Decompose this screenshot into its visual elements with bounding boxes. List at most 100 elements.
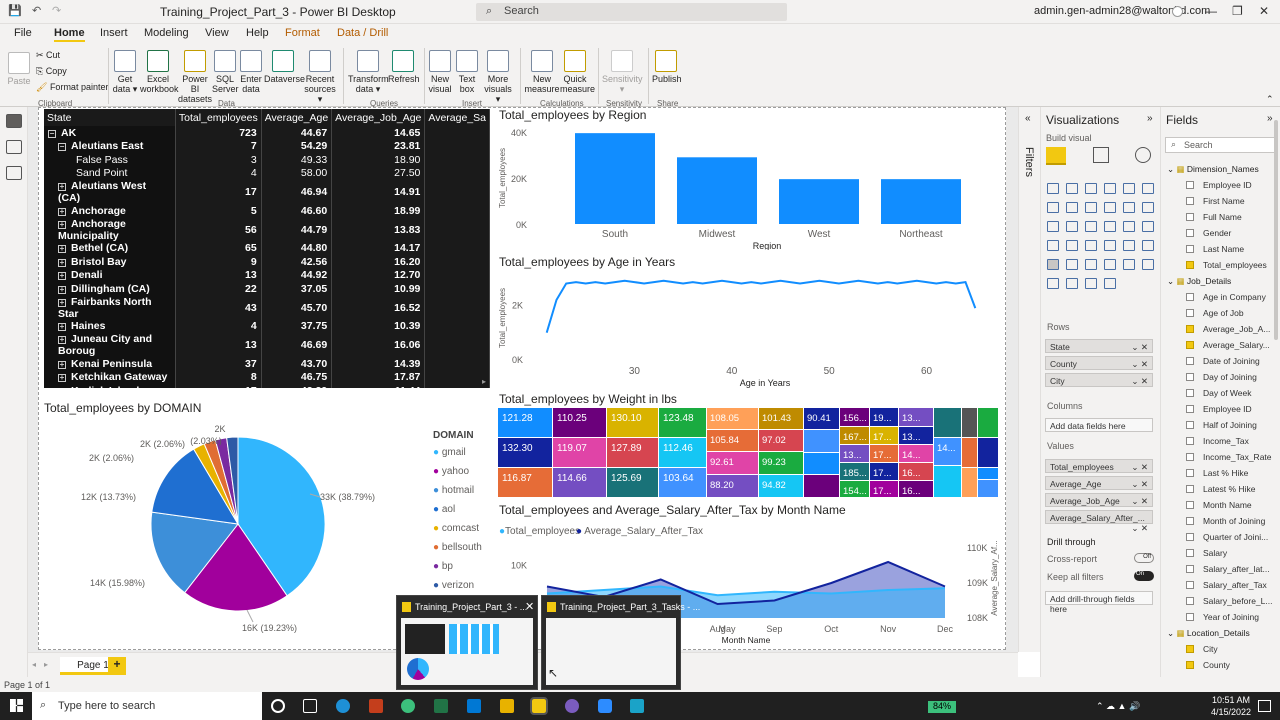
- drill-through-drop-zone[interactable]: Add drill-through fields here: [1045, 591, 1153, 614]
- rows-field-city[interactable]: City ⌄ ✕: [1045, 373, 1153, 387]
- treemap-tile[interactable]: [962, 408, 977, 437]
- columns-drop-zone[interactable]: Add data fields here: [1045, 418, 1153, 432]
- treemap-tile[interactable]: [804, 453, 839, 474]
- matrix-icon[interactable]: [1047, 259, 1059, 270]
- clock-date[interactable]: 4/15/2022: [1208, 707, 1254, 717]
- field-checkbox[interactable]: [1186, 533, 1194, 541]
- kpi-icon[interactable]: [1123, 240, 1135, 251]
- menu-home[interactable]: Home: [54, 27, 85, 42]
- field-checkbox[interactable]: [1186, 501, 1194, 509]
- table-row[interactable]: − Aleutians East 7 54.29 23.81: [44, 139, 490, 153]
- recent-sources-button[interactable]: Recent sources ▾: [304, 50, 336, 104]
- taskbar-search[interactable]: ⌕ Type here to search: [32, 692, 262, 720]
- field-item[interactable]: County: [1186, 660, 1230, 670]
- chevron-left-icon[interactable]: «: [1025, 113, 1031, 124]
- field-checkbox[interactable]: [1186, 485, 1194, 493]
- values-field-average-age[interactable]: Average_Age ⌄ ✕: [1045, 476, 1153, 490]
- python-visual-icon[interactable]: [1085, 259, 1097, 270]
- menu-data-drill[interactable]: Data / Drill: [337, 27, 388, 39]
- field-item[interactable]: Half of Joining: [1186, 420, 1257, 430]
- table-row[interactable]: + Fairbanks North Star 43 45.70 16.52: [44, 295, 490, 320]
- collapse-ribbon-icon[interactable]: ⌃: [1266, 94, 1274, 105]
- tray-icons[interactable]: ⌃ ☁ ▲ 🔊: [1096, 701, 1140, 712]
- field-item[interactable]: Average_Job_A...: [1186, 324, 1270, 334]
- format-painter-button[interactable]: 🖌 Format painter: [36, 82, 108, 92]
- expand-icon[interactable]: +: [58, 360, 66, 369]
- new-visual-button[interactable]: New visual: [428, 50, 452, 94]
- field-checkbox[interactable]: [1186, 229, 1194, 237]
- field-item[interactable]: Month of Joining: [1186, 516, 1265, 526]
- field-item[interactable]: Gender: [1186, 228, 1231, 238]
- field-checkbox[interactable]: [1186, 357, 1194, 365]
- weight-treemap[interactable]: 121.28 132.30 116.87 110.25 119.07 114.66 130.…: [498, 408, 1000, 498]
- treemap-tile[interactable]: [978, 438, 998, 467]
- model-view-icon[interactable]: [6, 166, 22, 180]
- field-item[interactable]: Day of Joining: [1186, 372, 1257, 382]
- field-checkbox[interactable]: [1186, 597, 1194, 605]
- automate-icon[interactable]: [1085, 278, 1097, 289]
- fields-scrollbar[interactable]: [1274, 120, 1278, 340]
- field-item[interactable]: Employee ID: [1186, 180, 1252, 190]
- 100-bar-icon[interactable]: [1123, 183, 1135, 194]
- treemap-tile[interactable]: [962, 468, 977, 497]
- table-row[interactable]: + Anchorage Municipality 56 44.79 13.83: [44, 217, 490, 242]
- legend-item-verizon[interactable]: ● verizon: [433, 580, 474, 591]
- expand-icon[interactable]: +: [58, 323, 66, 332]
- maximize-icon[interactable]: ❐: [1232, 4, 1243, 18]
- field-checkbox[interactable]: [1186, 309, 1194, 317]
- area-icon[interactable]: [1047, 202, 1059, 213]
- powerbi-datasets-button[interactable]: Power BI datasets: [178, 50, 212, 104]
- filters-pane[interactable]: « Filters: [1018, 107, 1040, 652]
- table-row[interactable]: + Haines 4 37.75 10.39: [44, 319, 490, 333]
- field-item[interactable]: Age in Company: [1186, 292, 1266, 302]
- publish-button[interactable]: Publish: [652, 50, 682, 84]
- legend-item-comcast[interactable]: ● comcast: [433, 523, 479, 534]
- field-item[interactable]: First Name: [1186, 196, 1245, 206]
- field-item[interactable]: Last Name: [1186, 244, 1244, 254]
- legend-item-aol[interactable]: ● aol: [433, 504, 455, 515]
- keep-filters-toggle[interactable]: On: [1134, 571, 1154, 581]
- row-header[interactable]: + Ketchikan Gateway: [44, 370, 176, 384]
- line-column-icon[interactable]: [1085, 202, 1097, 213]
- field-item[interactable]: Average_Salary...: [1186, 340, 1270, 350]
- field-item[interactable]: Age of Job: [1186, 308, 1244, 318]
- format-visual-icon[interactable]: [1093, 147, 1109, 163]
- row-header[interactable]: + Bristol Bay: [44, 255, 176, 269]
- remove-icon[interactable]: ⌄ ✕: [1131, 523, 1148, 534]
- excel-workbook-button[interactable]: Excel workbook: [140, 50, 179, 94]
- field-checkbox[interactable]: [1186, 373, 1194, 381]
- field-checkbox[interactable]: [1186, 517, 1194, 525]
- field-item[interactable]: Total_employees: [1186, 260, 1267, 270]
- field-item[interactable]: City: [1186, 644, 1218, 654]
- menu-format[interactable]: Format: [285, 27, 320, 39]
- remove-icon[interactable]: ⌄ ✕: [1131, 462, 1148, 473]
- field-checkbox[interactable]: [1186, 453, 1194, 461]
- treemap-tile[interactable]: [978, 468, 998, 479]
- collapse-icon[interactable]: −: [58, 143, 66, 152]
- powerapps-icon[interactable]: [1066, 278, 1078, 289]
- r-visual-icon[interactable]: [1066, 259, 1078, 270]
- save-icon[interactable]: 💾: [8, 4, 22, 17]
- minimize-icon[interactable]: —: [1205, 4, 1217, 18]
- close-icon[interactable]: ✕: [525, 600, 534, 613]
- row-header[interactable]: + Anchorage Municipality: [44, 217, 176, 242]
- map-icon[interactable]: [1123, 221, 1135, 232]
- field-checkbox[interactable]: [1186, 565, 1194, 573]
- sql-server-button[interactable]: SQL Server: [212, 50, 239, 94]
- field-item[interactable]: Year of Joining: [1186, 612, 1259, 622]
- field-item[interactable]: Income_Tax_Rate: [1186, 452, 1272, 462]
- field-item[interactable]: Month Name: [1186, 500, 1252, 510]
- get-data-button[interactable]: Get data ▾: [112, 50, 138, 94]
- field-checkbox[interactable]: [1186, 437, 1194, 445]
- stacked-area-icon[interactable]: [1066, 202, 1078, 213]
- enter-data-button[interactable]: Enter data: [238, 50, 264, 94]
- treemap-tile[interactable]: [978, 480, 998, 497]
- expand-icon[interactable]: +: [58, 245, 66, 254]
- donut-icon[interactable]: [1085, 221, 1097, 232]
- table-row[interactable]: + Bristol Bay 9 42.56 16.20: [44, 255, 490, 269]
- expand-icon[interactable]: +: [58, 258, 66, 267]
- bar[interactable]: [881, 179, 961, 224]
- teams-icon[interactable]: [565, 699, 579, 713]
- row-header[interactable]: False Pass: [44, 153, 176, 167]
- avatar[interactable]: [1172, 6, 1183, 17]
